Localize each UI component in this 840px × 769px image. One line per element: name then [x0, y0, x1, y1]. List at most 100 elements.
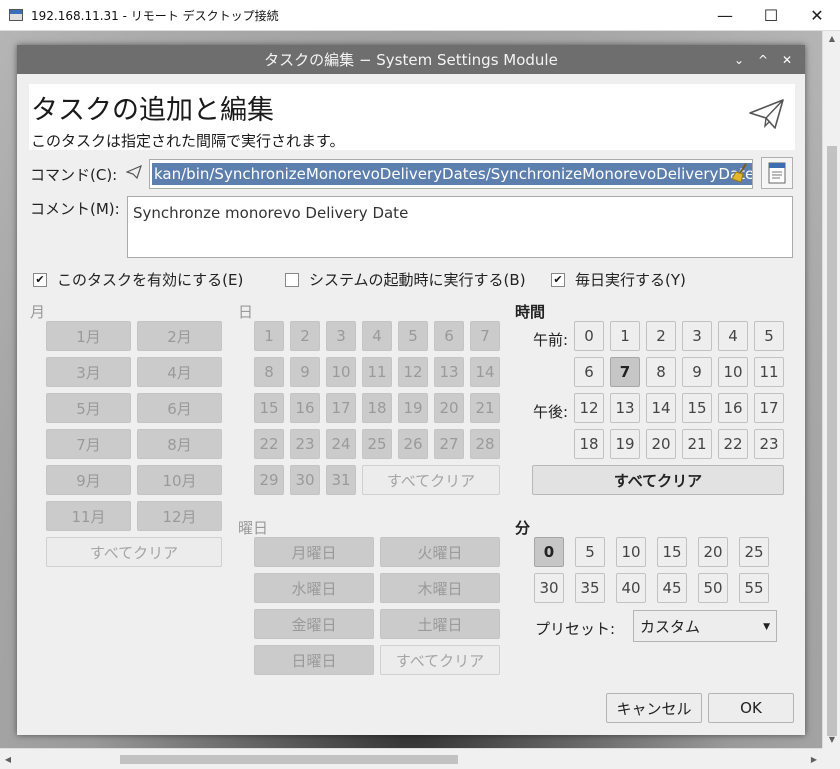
hour-button[interactable]: 21	[682, 429, 712, 459]
comment-input[interactable]: Synchronze monorevo Delivery Date	[127, 196, 793, 258]
months-clear-all-button[interactable]: すべてクリア	[46, 537, 222, 567]
hour-button[interactable]: 19	[610, 429, 640, 459]
minute-button[interactable]: 40	[616, 573, 646, 603]
minute-button[interactable]: 45	[657, 573, 687, 603]
month-button[interactable]: 6月	[137, 393, 222, 423]
day-button[interactable]: 21	[470, 393, 500, 423]
day-button[interactable]: 7	[470, 321, 500, 351]
hour-button[interactable]: 7	[610, 357, 640, 387]
clear-broom-icon[interactable]	[731, 163, 749, 183]
day-button[interactable]: 19	[398, 393, 428, 423]
hour-button[interactable]: 16	[718, 393, 748, 423]
minimize-icon[interactable]: —	[702, 0, 748, 31]
weekday-button[interactable]: 木曜日	[380, 573, 500, 603]
hour-button[interactable]: 14	[646, 393, 676, 423]
hour-button[interactable]: 20	[646, 429, 676, 459]
month-button[interactable]: 10月	[137, 465, 222, 495]
day-button[interactable]: 6	[434, 321, 464, 351]
close-icon[interactable]: ✕	[775, 53, 799, 67]
scroll-right-icon[interactable]: ▶	[806, 749, 822, 769]
day-button[interactable]: 1	[254, 321, 284, 351]
enable-task-checkbox[interactable]: ✔ このタスクを有効にする(E)	[33, 269, 243, 290]
month-button[interactable]: 8月	[137, 429, 222, 459]
day-button[interactable]: 31	[326, 465, 356, 495]
day-button[interactable]: 4	[362, 321, 392, 351]
horizontal-scrollbar[interactable]: ◀ ▶	[0, 748, 822, 769]
dialog-titlebar[interactable]: タスクの編集 − System Settings Module ⌄ ^ ✕	[17, 45, 805, 74]
day-button[interactable]: 20	[434, 393, 464, 423]
ok-button[interactable]: OK	[708, 693, 794, 723]
month-button[interactable]: 1月	[46, 321, 131, 351]
run-at-startup-checkbox[interactable]: システムの起動時に実行する(B)	[285, 269, 526, 290]
cancel-button[interactable]: キャンセル	[606, 693, 702, 723]
hour-button[interactable]: 23	[754, 429, 784, 459]
day-button[interactable]: 15	[254, 393, 284, 423]
hour-button[interactable]: 12	[574, 393, 604, 423]
day-button[interactable]: 28	[470, 429, 500, 459]
weekday-button[interactable]: 日曜日	[254, 645, 374, 675]
month-button[interactable]: 7月	[46, 429, 131, 459]
checkbox-unchecked-icon[interactable]	[285, 272, 299, 287]
command-input[interactable]: kan/bin/SynchronizeMonorevoDeliveryDates…	[149, 159, 753, 189]
minute-button[interactable]: 5	[575, 537, 605, 567]
day-button[interactable]: 2	[290, 321, 320, 351]
minimize-icon[interactable]: ⌄	[727, 53, 751, 67]
day-button[interactable]: 23	[290, 429, 320, 459]
minute-button[interactable]: 25	[739, 537, 769, 567]
month-button[interactable]: 4月	[137, 357, 222, 387]
day-button[interactable]: 25	[362, 429, 392, 459]
hour-button[interactable]: 9	[682, 357, 712, 387]
day-button[interactable]: 9	[290, 357, 320, 387]
minute-button[interactable]: 35	[575, 573, 605, 603]
day-button[interactable]: 11	[362, 357, 392, 387]
minute-button[interactable]: 55	[739, 573, 769, 603]
minute-button[interactable]: 0	[534, 537, 564, 567]
close-icon[interactable]: ✕	[794, 0, 840, 31]
weekday-button[interactable]: 金曜日	[254, 609, 374, 639]
days-clear-all-button[interactable]: すべてクリア	[362, 465, 500, 495]
weekday-button[interactable]: 水曜日	[254, 573, 374, 603]
day-button[interactable]: 18	[362, 393, 392, 423]
day-button[interactable]: 29	[254, 465, 284, 495]
day-button[interactable]: 17	[326, 393, 356, 423]
day-button[interactable]: 12	[398, 357, 428, 387]
minute-button[interactable]: 30	[534, 573, 564, 603]
scroll-up-icon[interactable]: ▲	[823, 31, 840, 47]
month-button[interactable]: 11月	[46, 501, 131, 531]
day-button[interactable]: 8	[254, 357, 284, 387]
vertical-scrollbar[interactable]: ▲ ▼	[822, 31, 840, 748]
day-button[interactable]: 16	[290, 393, 320, 423]
month-button[interactable]: 5月	[46, 393, 131, 423]
hour-button[interactable]: 13	[610, 393, 640, 423]
minute-button[interactable]: 10	[616, 537, 646, 567]
hour-button[interactable]: 1	[610, 321, 640, 351]
checkbox-checked-icon[interactable]: ✔	[551, 272, 565, 287]
horizontal-scroll-thumb[interactable]	[120, 755, 458, 764]
month-button[interactable]: 3月	[46, 357, 131, 387]
hour-button[interactable]: 5	[754, 321, 784, 351]
month-button[interactable]: 2月	[137, 321, 222, 351]
hour-button[interactable]: 15	[682, 393, 712, 423]
day-button[interactable]: 3	[326, 321, 356, 351]
vertical-scroll-thumb[interactable]	[827, 146, 837, 736]
hour-button[interactable]: 8	[646, 357, 676, 387]
hour-button[interactable]: 0	[574, 321, 604, 351]
day-button[interactable]: 27	[434, 429, 464, 459]
weekday-button[interactable]: 土曜日	[380, 609, 500, 639]
hour-button[interactable]: 22	[718, 429, 748, 459]
day-button[interactable]: 10	[326, 357, 356, 387]
day-button[interactable]: 5	[398, 321, 428, 351]
day-button[interactable]: 26	[398, 429, 428, 459]
hour-button[interactable]: 11	[754, 357, 784, 387]
maximize-icon[interactable]: ☐	[748, 0, 794, 31]
scroll-down-icon[interactable]: ▼	[823, 732, 840, 748]
day-button[interactable]: 14	[470, 357, 500, 387]
hour-button[interactable]: 4	[718, 321, 748, 351]
hour-button[interactable]: 17	[754, 393, 784, 423]
checkbox-checked-icon[interactable]: ✔	[33, 272, 47, 287]
day-button[interactable]: 30	[290, 465, 320, 495]
minute-button[interactable]: 15	[657, 537, 687, 567]
minute-button[interactable]: 50	[698, 573, 728, 603]
day-button[interactable]: 22	[254, 429, 284, 459]
hour-button[interactable]: 3	[682, 321, 712, 351]
